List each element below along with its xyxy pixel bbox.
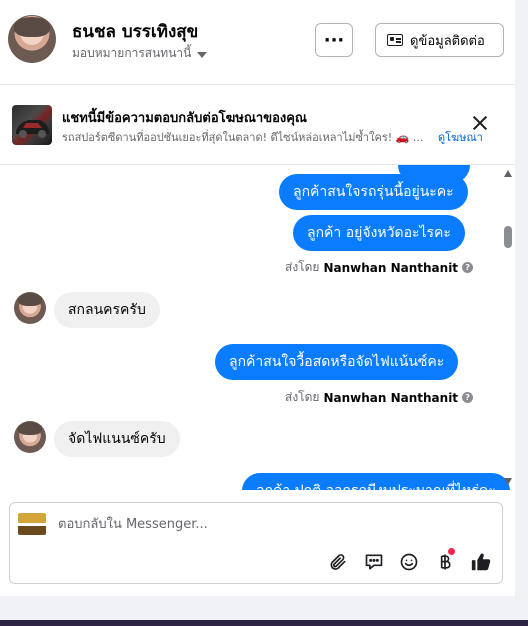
notification-dot: [448, 548, 455, 555]
reply-input[interactable]: [58, 513, 478, 535]
close-icon[interactable]: [470, 113, 490, 133]
ad-reply-banner: แชทนี้มีข้อความตอบกลับต่อโฆษณาของคุณ รถส…: [0, 85, 515, 165]
chat-bubble-icon[interactable]: [363, 551, 385, 573]
contact-avatar[interactable]: [8, 15, 56, 63]
page-logo: [18, 513, 46, 535]
sent-by-prefix: ส่งโดย: [285, 390, 320, 404]
sent-by-label: ส่งโดย Nanwhan Nanthanit ?: [285, 258, 474, 277]
contact-avatar-small: [14, 421, 46, 453]
contact-name: ธนชล บรรเทิงสุข: [72, 22, 199, 42]
sent-by-prefix: ส่งโดย: [285, 260, 320, 274]
car-image-icon: [16, 120, 49, 138]
message-composer: [9, 502, 503, 584]
assign-label: มอบหมายการสนทนานี้: [72, 46, 192, 60]
view-contact-button[interactable]: ดูข้อมูลติดต่อ: [375, 23, 504, 57]
chevron-down-icon: [197, 51, 208, 58]
message-bubble-incoming: จัดไฟแนนซ์ครับ: [54, 421, 180, 457]
more-options-button[interactable]: ···: [315, 23, 353, 57]
contact-card-icon: [387, 34, 403, 46]
ad-banner-subtitle: รถสปอร์ตซีดานที่ออปชันเยอะที่สุดในตลาด! …: [62, 131, 424, 144]
bottom-edge-panel: [0, 596, 528, 620]
right-edge-panel: [515, 0, 528, 596]
scrollbar-thumb[interactable]: [504, 226, 512, 248]
assign-conversation-dropdown[interactable]: มอบหมายการสนทนานี้: [72, 44, 208, 63]
message-bubble-outgoing: ลูกค้า อยู่จังหวัดอะไรคะ: [293, 215, 465, 251]
info-icon[interactable]: ?: [462, 262, 474, 273]
view-contact-label: ดูข้อมูลติดต่อ: [410, 33, 485, 49]
sent-by-name: Nanwhan Nanthanit: [323, 390, 459, 405]
ad-thumbnail[interactable]: [12, 105, 52, 145]
paperclip-icon[interactable]: [327, 551, 349, 573]
thread-scrollbar[interactable]: [500, 165, 515, 490]
message-bubble-outgoing: ลูกค้า ปกติ ออกรถมีงบประมาณที่ไหร่คะ: [242, 473, 510, 490]
sent-by-name: Nanwhan Nanthanit: [323, 260, 459, 275]
sent-by-label: ส่งโดย Nanwhan Nanthanit ?: [285, 388, 474, 407]
scroll-down-icon[interactable]: [504, 478, 512, 485]
contact-avatar-small: [14, 292, 46, 324]
message-bubble-outgoing: ลูกค้าสนใจรถรุ่นนี้อยู่นะคะ: [279, 174, 468, 210]
more-icon: ···: [323, 29, 345, 51]
ad-banner-title: แชทนี้มีข้อความตอบกลับต่อโฆษณาของคุณ: [62, 111, 307, 126]
smiley-icon[interactable]: [398, 551, 420, 573]
message-bubble-incoming: สกลนครครับ: [54, 292, 160, 328]
conversation-header: ธนชล บรรเทิงสุข มอบหมายการสนทนานี้ ··· ด…: [0, 0, 515, 85]
message-bubble-outgoing: ลูกค้าสนใจวื้อสดหรือจัดไฟแน้นซ์คะ: [215, 344, 459, 380]
info-icon[interactable]: ?: [462, 392, 474, 403]
message-thread[interactable]: ลูกค้าสนใจรถรุ่นนี้อยู่นะคะ ลูกค้า อยู่จ…: [0, 165, 515, 490]
thumbs-up-icon[interactable]: [470, 551, 492, 573]
scroll-up-icon[interactable]: [504, 170, 512, 177]
taskbar-edge: [0, 620, 528, 626]
baht-icon[interactable]: [434, 548, 456, 573]
